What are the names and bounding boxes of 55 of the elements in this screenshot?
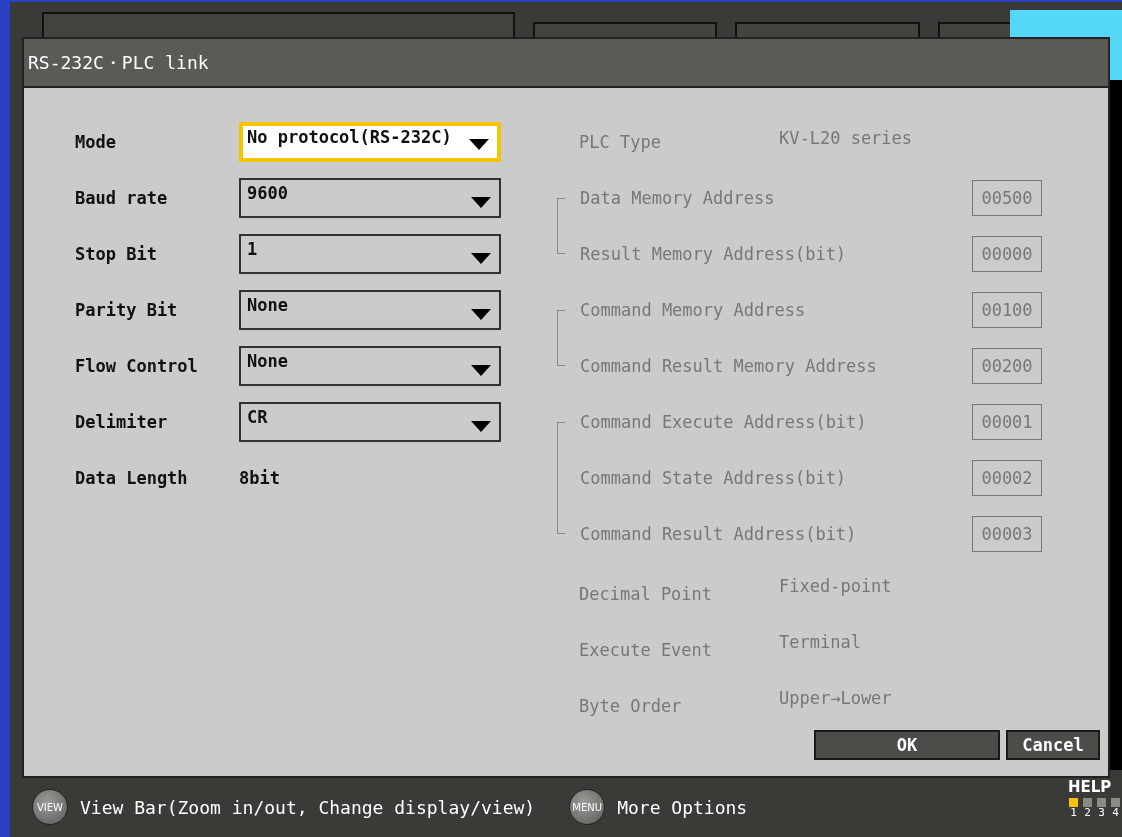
dialog-title: RS-232C・PLC link bbox=[28, 50, 209, 75]
field-label: PLC Type bbox=[579, 132, 662, 152]
hint-text: More Options bbox=[617, 796, 748, 818]
caret-icon bbox=[471, 365, 491, 376]
dialog-button[interactable]: Cancel bbox=[1006, 730, 1100, 760]
caret-icon bbox=[471, 309, 491, 320]
address-field[interactable]: 00001 bbox=[972, 404, 1042, 440]
address-field[interactable]: 00200 bbox=[972, 348, 1042, 384]
address-field[interactable]: 00500 bbox=[972, 180, 1042, 216]
round-key-button[interactable]: VIEW bbox=[32, 789, 68, 825]
field-label: Delimiter bbox=[75, 412, 169, 432]
page-number: 3 bbox=[1098, 807, 1105, 819]
field-value: KV-L20 series bbox=[779, 128, 913, 148]
caret-icon bbox=[469, 139, 489, 150]
caret-icon bbox=[471, 253, 491, 264]
field-label: Command State Address(bit) bbox=[580, 468, 848, 488]
field-label: Baud rate bbox=[75, 188, 169, 208]
field-value: Upper→Lower bbox=[779, 688, 892, 708]
address-field[interactable]: 00100 bbox=[972, 292, 1042, 328]
address-field[interactable]: 00000 bbox=[972, 236, 1042, 272]
page-number: 2 bbox=[1084, 807, 1091, 819]
field-value: Terminal bbox=[779, 632, 861, 652]
dropdown[interactable]: CR bbox=[239, 402, 501, 442]
field-label: Result Memory Address(bit) bbox=[580, 244, 848, 264]
field-label: Command Result Memory Address bbox=[580, 356, 878, 376]
field-label: Decimal Point bbox=[579, 584, 714, 604]
dropdown[interactable]: None bbox=[239, 290, 501, 330]
field-label: Data Length bbox=[75, 468, 189, 488]
address-field[interactable]: 00002 bbox=[972, 460, 1042, 496]
group-bracket bbox=[557, 310, 565, 366]
field-label: Parity Bit bbox=[75, 300, 179, 320]
field-label: Stop Bit bbox=[75, 244, 158, 264]
field-value: 8bit bbox=[239, 468, 280, 488]
caret-icon bbox=[471, 197, 491, 208]
dropdown[interactable]: 9600 bbox=[239, 178, 501, 218]
field-label: Mode bbox=[75, 132, 117, 152]
help-label: HELP bbox=[1068, 779, 1113, 795]
page-number: 1 bbox=[1070, 807, 1077, 819]
field-label: Data Memory Address bbox=[580, 188, 776, 208]
page-number: 4 bbox=[1112, 807, 1119, 819]
field-label: Execute Event bbox=[579, 640, 714, 660]
dropdown[interactable]: None bbox=[239, 346, 501, 386]
field-label: Byte Order bbox=[579, 696, 683, 716]
group-bracket bbox=[557, 198, 565, 254]
address-field[interactable]: 00003 bbox=[972, 516, 1042, 552]
caret-icon bbox=[471, 421, 491, 432]
round-key-button[interactable]: MENU bbox=[569, 789, 606, 825]
dropdown[interactable]: 1 bbox=[239, 234, 501, 274]
dropdown[interactable]: No protocol(RS-232C) bbox=[239, 122, 501, 162]
dialog-button[interactable]: OK bbox=[814, 730, 1000, 760]
field-label: Flow Control bbox=[75, 356, 199, 376]
field-label: Command Result Address(bit) bbox=[580, 524, 858, 544]
hint-text: View Bar(Zoom in/out, Change display/view) bbox=[80, 796, 536, 818]
field-label: Command Execute Address(bit) bbox=[580, 412, 868, 432]
field-label: Command Memory Address bbox=[580, 300, 807, 320]
